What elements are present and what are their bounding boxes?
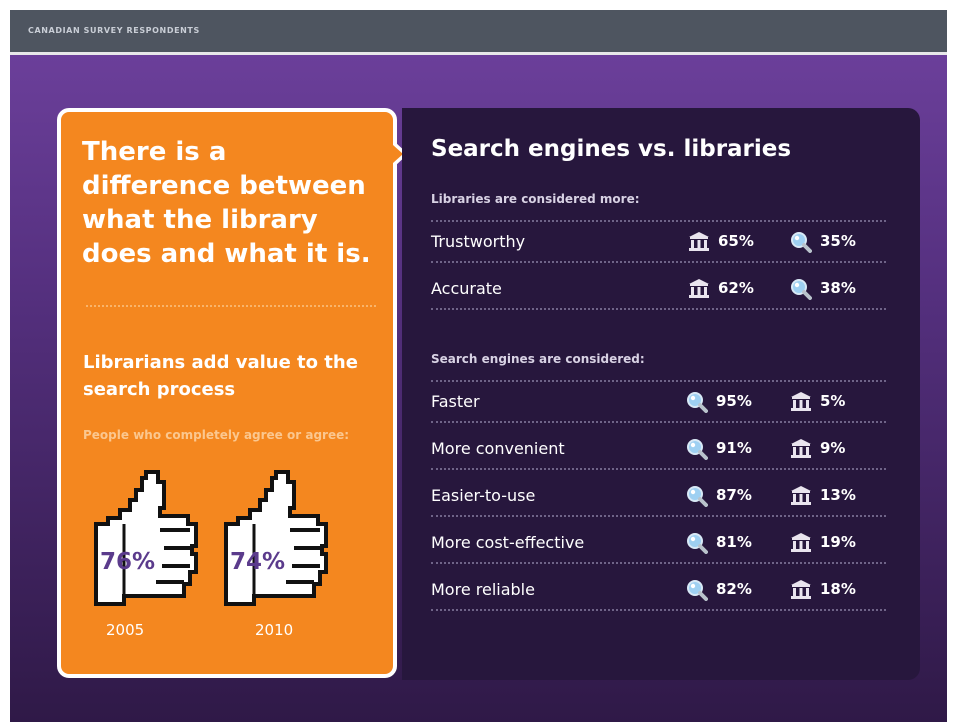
library-building-icon [688,278,710,302]
card-subheadline: Librarians add value to the search proce… [83,352,358,400]
row-value: 13% [820,486,856,504]
row-divider [431,261,886,263]
magnifying-glass-icon [686,532,708,558]
library-building-icon [790,579,812,603]
row-value: 91% [716,439,752,457]
magnifying-glass-icon [686,438,708,464]
card-divider [86,305,376,307]
agree-caption: People who completely agree or agree: [83,428,350,442]
row-value: 18% [820,580,856,598]
row-value: 35% [820,232,856,250]
thumb-year: 2005 [106,621,145,639]
thumb-year: 2010 [255,621,294,639]
row-divider [431,220,886,222]
magnifying-glass-icon [686,391,708,417]
library-building-icon [790,485,812,509]
row-divider [431,308,886,310]
thumbs-up-icon [224,470,328,606]
row-value: 5% [820,392,846,410]
row-divider [431,515,886,517]
row-value: 81% [716,533,752,551]
row-label: More convenient [431,439,565,458]
chart-title: Search engines vs. libraries [431,136,792,162]
library-building-icon [688,231,710,255]
library-building-icon [790,532,812,556]
row-value: 19% [820,533,856,551]
row-label: Faster [431,392,480,411]
row-value: 9% [820,439,846,457]
thumbs-up-icon [94,470,198,606]
magnifying-glass-icon [686,485,708,511]
row-value: 87% [716,486,752,504]
header-title: CANADIAN SURVEY RESPONDENTS [28,26,200,35]
row-value: 82% [716,580,752,598]
thumb-value: 74% [230,549,286,575]
header-bar: CANADIAN SURVEY RESPONDENTS [10,10,947,52]
magnifying-glass-icon [790,231,812,257]
row-divider [431,562,886,564]
library-building-icon [790,391,812,415]
card-headline: There is a difference between what the l… [82,137,371,269]
thumb-value: 76% [100,549,156,575]
magnifying-glass-icon [790,278,812,304]
row-label: More reliable [431,580,535,599]
row-divider [431,380,886,382]
section-label: Libraries are considered more: [431,192,640,206]
library-building-icon [790,438,812,462]
row-value: 95% [716,392,752,410]
row-divider [431,609,886,611]
row-divider [431,468,886,470]
row-value: 62% [718,279,754,297]
row-label: More cost-effective [431,533,585,552]
magnifying-glass-icon [686,579,708,605]
row-label: Trustworthy [431,232,526,251]
row-value: 65% [718,232,754,250]
row-label: Accurate [431,279,502,298]
row-value: 38% [820,279,856,297]
row-divider [431,421,886,423]
section-label: Search engines are considered: [431,352,645,366]
row-label: Easier-to-use [431,486,536,505]
